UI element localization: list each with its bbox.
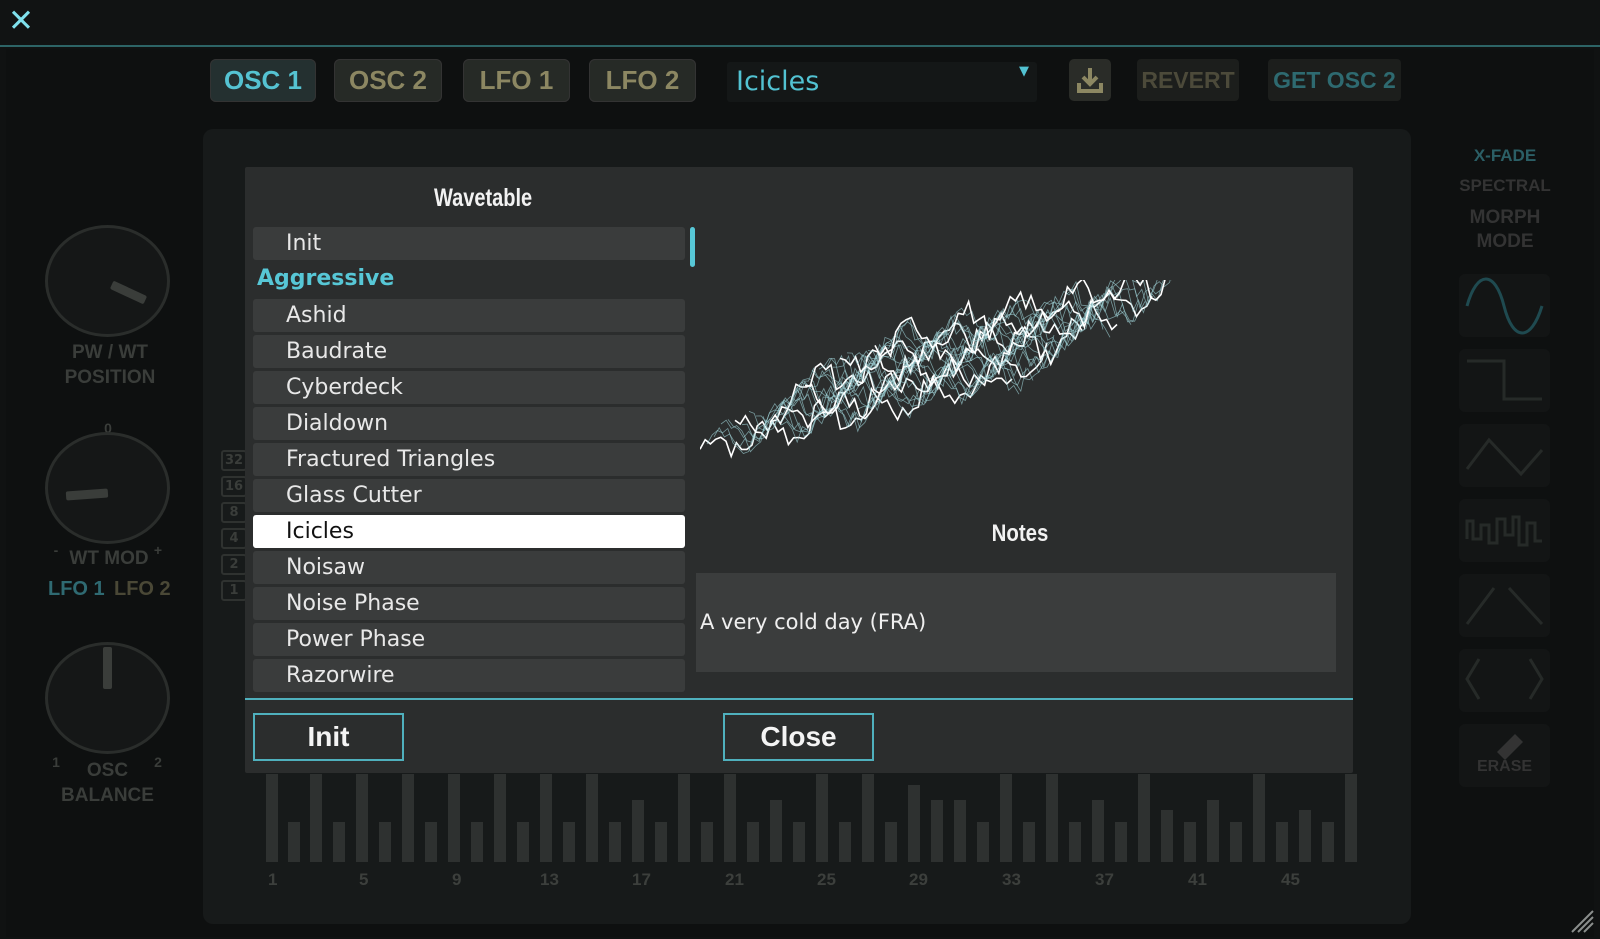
key-number: 5 <box>359 870 369 889</box>
list-item[interactable]: Noisaw <box>253 551 685 584</box>
key-number: 21 <box>725 870 744 889</box>
tab-lfo-2[interactable]: LFO 2 <box>589 59 696 102</box>
octave-16[interactable]: 16 <box>221 476 247 497</box>
key-number: 1 <box>268 870 278 889</box>
pw-wt-position-knob[interactable] <box>45 225 170 337</box>
close-button[interactable]: Close <box>723 713 874 761</box>
saw-wave-button[interactable] <box>1459 574 1550 637</box>
list-scrollbar[interactable] <box>690 227 695 267</box>
close-icon[interactable]: ✕ <box>7 6 35 37</box>
tab-lfo-1[interactable]: LFO 1 <box>463 59 570 102</box>
preset-selector[interactable]: Icicles <box>727 62 1037 102</box>
pw-wt-position-label: PW / WT POSITION <box>64 342 156 388</box>
key-number: 41 <box>1188 870 1207 889</box>
wavetable-preview <box>700 280 1172 459</box>
lfo-2-mod-button[interactable]: LFO 2 <box>114 578 171 601</box>
spectral-mode[interactable]: SPECTRAL <box>1445 176 1565 196</box>
list-item-selected[interactable]: Icicles <box>253 515 685 548</box>
triangle-wave-button[interactable] <box>1459 424 1550 487</box>
bracket-wave-icon <box>1465 658 1544 700</box>
tab-osc-2[interactable]: OSC 2 <box>334 59 442 102</box>
app-window: ✕ OSC 1 OSC 2 LFO 1 LFO 2 Icicles ▼ REVE… <box>0 0 1600 939</box>
octave-8[interactable]: 8 <box>221 502 247 523</box>
wt-mod-knob[interactable] <box>45 432 170 544</box>
key-number: 13 <box>540 870 559 889</box>
noise-wave-button[interactable] <box>1459 499 1550 562</box>
octave-32[interactable]: 32 <box>221 450 247 471</box>
key-number: 45 <box>1281 870 1300 889</box>
list-item[interactable]: Cyberdeck <box>253 371 685 404</box>
wt-mod-minus-label: - <box>53 542 59 558</box>
title-bar: ✕ <box>0 0 1600 47</box>
init-button[interactable]: Init <box>253 713 404 761</box>
category-header: Aggressive <box>257 266 395 291</box>
dialog-title: Wavetable <box>434 184 533 212</box>
notes-text: A very cold day (FRA) <box>696 573 1336 672</box>
octave-2[interactable]: 2 <box>221 554 247 575</box>
square-wave-icon <box>1467 359 1542 401</box>
list-item[interactable]: Glass Cutter <box>253 479 685 512</box>
list-item[interactable]: Init <box>253 227 685 260</box>
download-icon <box>1077 68 1103 93</box>
square-wave-button[interactable] <box>1459 349 1550 412</box>
key-number: 37 <box>1095 870 1114 889</box>
osc-balance-knob[interactable] <box>45 642 170 754</box>
octave-1[interactable]: 1 <box>221 580 247 601</box>
triangle-wave-icon <box>1465 437 1544 477</box>
tab-osc-1[interactable]: OSC 1 <box>210 59 316 102</box>
dropdown-arrow-icon[interactable]: ▼ <box>1019 64 1029 79</box>
key-number: 33 <box>1002 870 1021 889</box>
osc-balance-label: OSC BALANCE <box>61 760 154 806</box>
list-item[interactable]: Baudrate <box>253 335 685 368</box>
key-number: 9 <box>452 870 462 889</box>
noise-wave-icon <box>1465 515 1542 547</box>
revert-button[interactable]: REVERT <box>1137 59 1239 101</box>
eraser-icon <box>1497 734 1523 760</box>
dialog-divider <box>245 698 1353 700</box>
erase-button[interactable]: ERASE <box>1459 724 1550 787</box>
step-sequencer-bars[interactable] <box>263 770 1375 865</box>
wavetable-list[interactable]: Init Aggressive Ashid Baudrate Cyberdeck… <box>253 227 686 693</box>
octave-4[interactable]: 4 <box>221 528 247 549</box>
notes-title: Notes <box>991 520 1049 547</box>
sine-wave-icon <box>1465 277 1544 335</box>
list-item[interactable]: Razorwire <box>253 659 685 692</box>
bracket-wave-button[interactable] <box>1459 649 1550 712</box>
get-osc-2-button[interactable]: GET OSC 2 <box>1268 59 1401 101</box>
wt-mod-label: WT MOD <box>69 548 149 569</box>
list-item[interactable]: Noise Phase <box>253 587 685 620</box>
wt-mod-plus-label: + <box>153 542 163 558</box>
list-item[interactable]: Dialdown <box>253 407 685 440</box>
list-item[interactable]: Ashid <box>253 299 685 332</box>
erase-label: ERASE <box>1476 758 1533 775</box>
key-number: 29 <box>909 870 928 889</box>
sine-wave-button[interactable] <box>1459 274 1550 337</box>
resize-grip-icon[interactable] <box>1566 905 1594 933</box>
x-fade-mode[interactable]: X-FADE <box>1455 146 1555 166</box>
list-item[interactable]: Power Phase <box>253 623 685 656</box>
morph-mode-label: MORPH MODE <box>1469 207 1541 252</box>
list-item[interactable]: Fractured Triangles <box>253 443 685 476</box>
save-button[interactable] <box>1069 59 1111 101</box>
key-number: 17 <box>632 870 651 889</box>
lfo-1-mod-button[interactable]: LFO 1 <box>48 578 105 601</box>
key-number: 25 <box>817 870 836 889</box>
saw-wave-icon <box>1465 586 1544 626</box>
